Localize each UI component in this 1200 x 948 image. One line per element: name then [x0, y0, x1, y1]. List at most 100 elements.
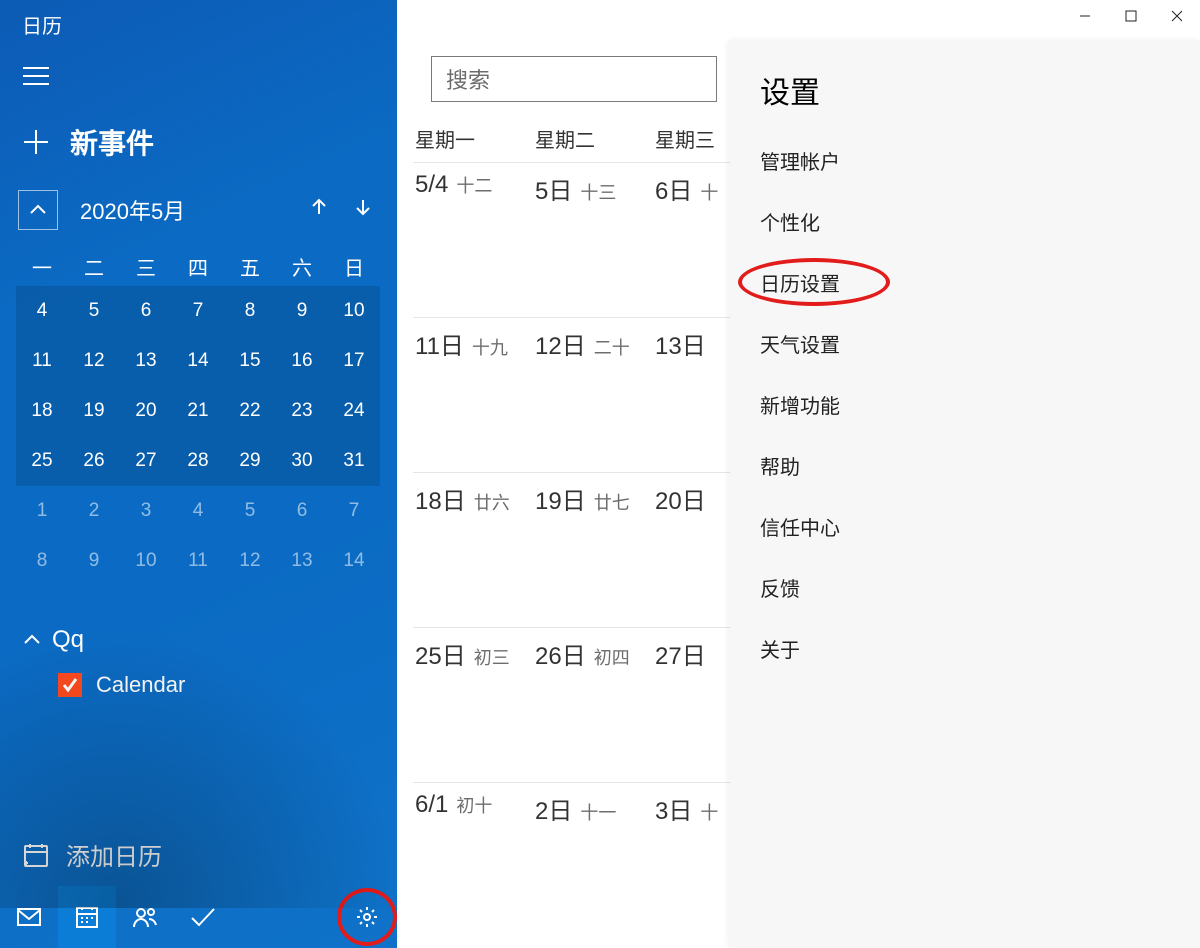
day-cell[interactable]: 6/1初十: [413, 783, 533, 937]
day-number: 2日: [535, 791, 572, 826]
mini-day[interactable]: 12: [224, 536, 276, 586]
mini-day[interactable]: 8: [16, 536, 68, 586]
account-toggle[interactable]: Qq: [0, 586, 397, 664]
mini-day[interactable]: 6: [120, 286, 172, 336]
settings-item[interactable]: 反馈: [730, 557, 1200, 618]
next-month-button[interactable]: [353, 197, 373, 223]
calendar-name: Calendar: [96, 672, 185, 698]
minimize-button[interactable]: [1062, 0, 1108, 32]
todo-button[interactable]: [174, 886, 232, 948]
mini-day[interactable]: 19: [68, 386, 120, 436]
lunar-label: 初三: [474, 644, 510, 670]
mini-day[interactable]: 13: [276, 536, 328, 586]
day-cell[interactable]: 2日十一: [533, 783, 653, 937]
day-number: 6日: [655, 171, 692, 206]
add-calendar-label: 添加日历: [66, 837, 162, 872]
mini-day[interactable]: 6: [276, 486, 328, 536]
mini-day[interactable]: 15: [224, 336, 276, 386]
calendar-checkbox[interactable]: [58, 673, 82, 697]
lunar-label: 廿七: [594, 489, 630, 515]
main-area: 搜索 星期一星期二星期三 5/4十二5日十三6日十11日十九12日二十13日18…: [397, 0, 1200, 948]
day-cell[interactable]: 25日初三: [413, 628, 533, 782]
settings-item[interactable]: 信任中心: [730, 496, 1200, 557]
settings-item[interactable]: 日历设置: [730, 252, 1200, 313]
lunar-label: 廿六: [474, 489, 510, 515]
day-number: 6/1: [415, 791, 448, 819]
mini-day[interactable]: 30: [276, 436, 328, 486]
mini-day[interactable]: 25: [16, 436, 68, 486]
mini-day[interactable]: 4: [16, 286, 68, 336]
lunar-label: 二十: [594, 334, 630, 360]
settings-item-label: 个性化: [760, 213, 820, 235]
mini-day[interactable]: 3: [120, 486, 172, 536]
mini-day[interactable]: 27: [120, 436, 172, 486]
mini-day[interactable]: 16: [276, 336, 328, 386]
day-cell[interactable]: 11日十九: [413, 318, 533, 472]
mini-day[interactable]: 9: [276, 286, 328, 336]
add-calendar-button[interactable]: 添加日历: [0, 827, 184, 882]
day-cell[interactable]: 5/4十二: [413, 163, 533, 317]
mini-day[interactable]: 2: [68, 486, 120, 536]
mini-day[interactable]: 1: [16, 486, 68, 536]
mini-day[interactable]: 5: [224, 486, 276, 536]
calendar-checkbox-row[interactable]: Calendar: [0, 664, 397, 708]
chevron-up-icon: [28, 200, 48, 220]
add-calendar-icon: [22, 841, 50, 869]
mini-day[interactable]: 12: [68, 336, 120, 386]
settings-item[interactable]: 新增功能: [730, 374, 1200, 435]
mini-day[interactable]: 22: [224, 386, 276, 436]
mini-day[interactable]: 17: [328, 336, 380, 386]
collapse-month-button[interactable]: [18, 190, 58, 230]
day-cell[interactable]: 26日初四: [533, 628, 653, 782]
settings-item[interactable]: 个性化: [730, 191, 1200, 252]
mini-day[interactable]: 10: [120, 536, 172, 586]
maximize-button[interactable]: [1108, 0, 1154, 32]
mini-day[interactable]: 13: [120, 336, 172, 386]
new-event-button[interactable]: 新事件: [0, 102, 397, 182]
lunar-label: 十一: [580, 799, 616, 825]
mini-day[interactable]: 9: [68, 536, 120, 586]
mini-day[interactable]: 14: [328, 536, 380, 586]
mini-day[interactable]: 5: [68, 286, 120, 336]
people-button[interactable]: [116, 886, 174, 948]
settings-item[interactable]: 帮助: [730, 435, 1200, 496]
hamburger-button[interactable]: [0, 45, 56, 102]
settings-item[interactable]: 管理帐户: [730, 130, 1200, 191]
mini-day[interactable]: 20: [120, 386, 172, 436]
new-event-label: 新事件: [70, 122, 154, 162]
day-number: 20日: [655, 481, 706, 516]
mini-day[interactable]: 11: [172, 536, 224, 586]
mini-day[interactable]: 28: [172, 436, 224, 486]
prev-month-button[interactable]: [309, 197, 329, 223]
mini-day[interactable]: 8: [224, 286, 276, 336]
day-cell[interactable]: 12日二十: [533, 318, 653, 472]
mini-day[interactable]: 10: [328, 286, 380, 336]
mini-day[interactable]: 7: [172, 286, 224, 336]
settings-item[interactable]: 关于: [730, 618, 1200, 679]
mini-day[interactable]: 29: [224, 436, 276, 486]
mini-day[interactable]: 4: [172, 486, 224, 536]
calendar-button[interactable]: [58, 886, 116, 948]
minimize-icon: [1079, 10, 1091, 22]
mini-day[interactable]: 31: [328, 436, 380, 486]
settings-panel: 设置 管理帐户个性化日历设置天气设置新增功能帮助信任中心反馈关于: [730, 40, 1200, 948]
mini-day[interactable]: 18: [16, 386, 68, 436]
mini-day[interactable]: 26: [68, 436, 120, 486]
settings-button[interactable]: [337, 888, 397, 946]
mini-day[interactable]: 23: [276, 386, 328, 436]
mini-day[interactable]: 11: [16, 336, 68, 386]
close-button[interactable]: [1154, 0, 1200, 32]
settings-item[interactable]: 天气设置: [730, 313, 1200, 374]
day-number: 13日: [655, 326, 706, 361]
mini-day[interactable]: 7: [328, 486, 380, 536]
day-cell[interactable]: 18日廿六: [413, 473, 533, 627]
search-input[interactable]: 搜索: [431, 56, 717, 102]
day-cell[interactable]: 19日廿七: [533, 473, 653, 627]
mini-day[interactable]: 21: [172, 386, 224, 436]
close-icon: [1171, 10, 1183, 22]
mini-day[interactable]: 14: [172, 336, 224, 386]
sidebar: 日历 新事件 2020年5月 一二三四五六日 45678910111213141…: [0, 0, 397, 948]
day-cell[interactable]: 5日十三: [533, 163, 653, 317]
mini-day[interactable]: 24: [328, 386, 380, 436]
mail-button[interactable]: [0, 886, 58, 948]
